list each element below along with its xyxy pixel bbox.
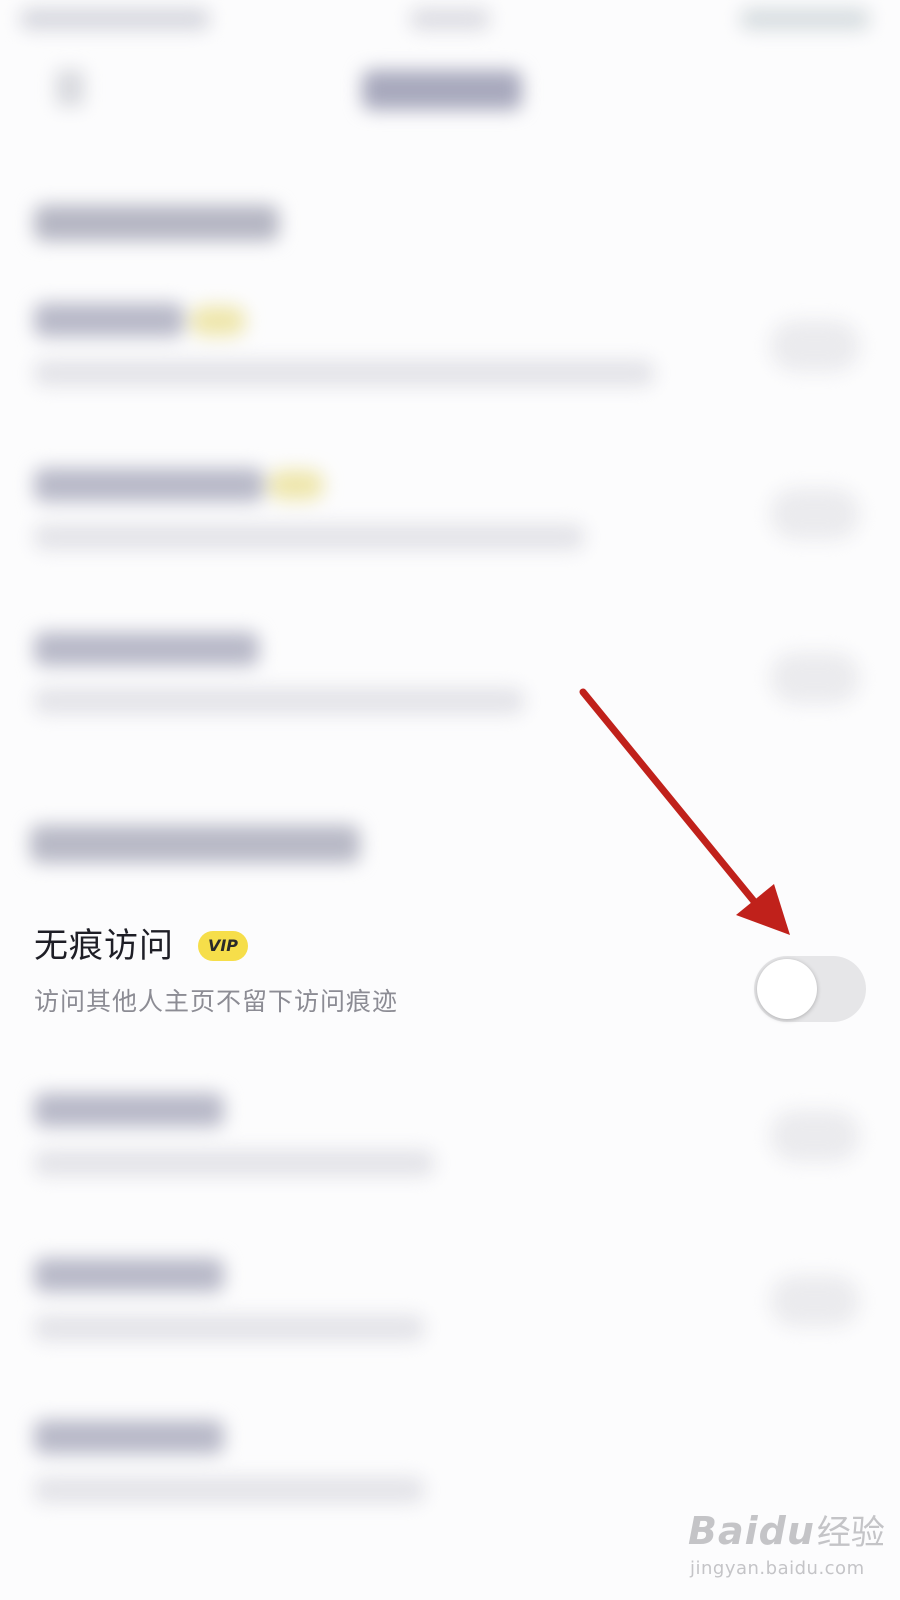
page-title [362,70,522,110]
status-bar-clock [410,8,490,30]
setting-title [34,1258,224,1292]
setting-description [34,1477,424,1503]
toggle-knob [757,959,817,1019]
setting-toggle[interactable] [770,320,860,372]
setting-description [34,524,584,550]
setting-description [34,360,654,386]
back-arrow-icon[interactable] [56,70,84,106]
setting-toggle[interactable] [770,1275,860,1327]
status-bar-left [20,8,210,30]
setting-toggle[interactable] [770,652,860,704]
setting-title [34,303,184,337]
vip-badge [268,470,324,500]
status-bar-right [740,8,870,30]
setting-title [34,1420,224,1454]
baidu-logo-suffix: du [758,1509,815,1553]
jingyan-text: 经验 [816,1513,885,1553]
setting-title [34,632,259,666]
vip-badge [190,306,246,336]
section-header [30,825,360,863]
incognito-visit-description: 访问其他人主页不留下访问痕迹 [34,987,399,1016]
incognito-visit-toggle[interactable] [754,956,866,1022]
setting-description [34,688,524,714]
setting-description [34,1150,434,1176]
blurred-background [0,0,900,1600]
baidu-jingyan-watermark: Baidu经验 [688,1505,885,1554]
section-header [34,205,279,241]
vip-badge: VIP [198,931,248,961]
watermark-url: jingyan.baidu.com [690,1558,865,1579]
incognito-visit-title: 无痕访问 [34,926,174,966]
setting-toggle[interactable] [770,1110,860,1162]
baidu-logo-text: Bai [688,1509,759,1553]
setting-toggle[interactable] [770,488,860,540]
setting-title [34,468,264,502]
setting-description [34,1315,424,1341]
setting-title [34,1093,224,1127]
